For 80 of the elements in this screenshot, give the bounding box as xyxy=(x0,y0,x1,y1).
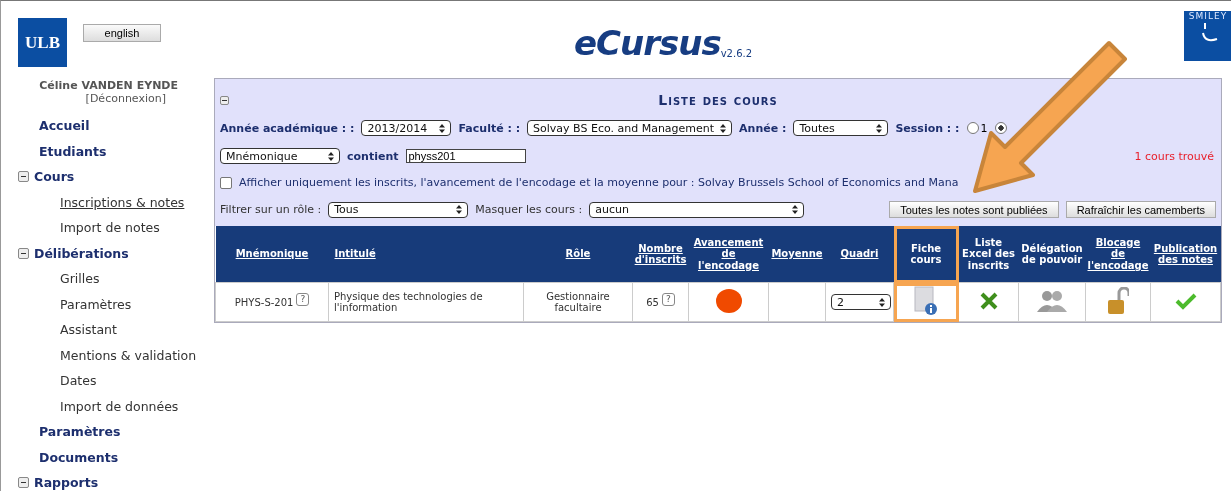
year-select[interactable]: 2013/2014 xyxy=(361,120,452,136)
column-header[interactable]: Quadri xyxy=(825,226,894,283)
field-label: Filtrer sur un rôle : xyxy=(220,203,322,216)
sidebar-subitem[interactable]: Paramètres xyxy=(60,291,132,317)
sidebar-item[interactable]: Délibérations xyxy=(34,245,129,261)
collapse-icon[interactable] xyxy=(18,171,29,183)
partner-logo: SMILEY xyxy=(1184,11,1231,61)
stepper-icon xyxy=(456,205,463,214)
sidebar-subitem[interactable]: Mentions & validation xyxy=(60,342,197,368)
table-cell: 65 xyxy=(646,296,659,308)
session-radio[interactable] xyxy=(966,122,979,134)
column-header[interactable]: Nombre d'inscrits xyxy=(632,226,689,283)
sidebar-subitem[interactable]: Import de notes xyxy=(60,215,160,241)
people-icon[interactable] xyxy=(1035,290,1069,312)
stepper-icon xyxy=(876,123,883,133)
sidebar-item[interactable]: Accueil xyxy=(39,118,90,134)
table-cell: PHYS-S-201 xyxy=(234,296,294,308)
action-button[interactable]: Toutes les notes sont publiées xyxy=(889,201,1059,218)
field-label: Année : xyxy=(739,121,787,135)
field-select[interactable]: Mnémonique xyxy=(220,148,340,164)
column-header[interactable]: Avancement de l'encodage xyxy=(688,226,769,283)
help-bubble[interactable]: ? xyxy=(296,292,310,306)
info-sheet-icon[interactable] xyxy=(913,286,939,316)
hide-courses-select[interactable]: aucun xyxy=(589,201,805,218)
field-label: Année académique : : xyxy=(220,121,355,135)
column-header[interactable]: Moyenne xyxy=(768,226,826,283)
column-header: Fiche cours xyxy=(893,226,959,283)
sidebar-subitem[interactable]: Grilles xyxy=(60,266,100,292)
result-count: 1 cours trouvé xyxy=(1134,149,1214,163)
action-button[interactable]: Rafraîchir les camemberts xyxy=(1065,201,1216,218)
column-header[interactable]: Blocage de l'encodage xyxy=(1085,226,1151,283)
column-header: Liste Excel des inscrits xyxy=(958,226,1019,283)
column-header[interactable]: Rôle xyxy=(523,226,633,283)
column-header: Délégation de pouvoir xyxy=(1018,226,1086,283)
version-label: v2.6.2 xyxy=(720,48,753,59)
session-radio[interactable] xyxy=(994,122,1007,134)
help-bubble[interactable]: ? xyxy=(661,292,675,306)
user-name: Céline VANDEN EYNDE xyxy=(39,79,178,92)
quadri-select[interactable]: 2 xyxy=(831,294,891,310)
stepper-icon xyxy=(328,151,334,161)
sidebar-subitem[interactable]: Dates xyxy=(60,368,97,394)
search-field[interactable]: physs201 xyxy=(405,149,526,163)
stepper-icon xyxy=(792,205,799,214)
field-label: Masquer les cours : xyxy=(475,203,583,216)
university-logo: ULB xyxy=(18,18,67,67)
stepper-icon xyxy=(439,123,446,133)
table-cell: Gestionnaire facultaire xyxy=(546,291,610,313)
column-header[interactable]: Mnémonique xyxy=(215,226,329,283)
year-level-select[interactable]: Toutes xyxy=(793,120,889,136)
sidebar-item[interactable]: Rapports xyxy=(34,475,99,491)
sidebar-item[interactable]: Etudiants xyxy=(39,143,107,159)
cross-icon[interactable] xyxy=(978,291,999,311)
column-header[interactable]: Publication des notes xyxy=(1150,226,1221,283)
sidebar-subitem[interactable]: Import de données xyxy=(60,393,179,419)
logout-link[interactable]: [Déconnexion] xyxy=(85,92,166,105)
sidebar-subitem[interactable]: Inscriptions & notes xyxy=(60,189,185,215)
sidebar-item[interactable]: Cours xyxy=(34,169,75,185)
table-cell: Physique des technologies de l'information xyxy=(334,291,483,313)
panel-title: Liste des cours xyxy=(657,92,779,108)
role-select[interactable]: Tous xyxy=(328,201,469,218)
collapse-icon[interactable] xyxy=(18,247,29,259)
field-label: contient xyxy=(347,149,399,163)
check-icon[interactable] xyxy=(1174,292,1197,310)
checkbox-label: Afficher uniquement les inscrits, l'avancement de l'encodage et la moyenne pour : Solvay Brussels School of Economics and Mana xyxy=(239,176,959,189)
checkbox[interactable] xyxy=(220,176,232,189)
faculty-select[interactable]: Solvay BS Eco. and Management xyxy=(527,120,733,136)
collapse-icon[interactable] xyxy=(220,95,229,105)
collapse-icon[interactable] xyxy=(18,477,29,489)
field-label: Session : : xyxy=(895,121,960,135)
sidebar-subitem[interactable]: Assistant xyxy=(60,317,117,343)
app-logo: eCursus xyxy=(574,23,721,63)
sidebar-item[interactable]: Paramètres xyxy=(39,424,121,440)
stepper-icon xyxy=(879,297,885,307)
language-button[interactable]: english xyxy=(83,23,161,42)
stepper-icon xyxy=(720,123,727,133)
column-header[interactable]: Intitulé xyxy=(328,226,524,283)
field-label: Faculté : : xyxy=(458,121,521,135)
sidebar-item[interactable]: Documents xyxy=(39,449,119,465)
radio-label: 1 xyxy=(980,121,988,135)
open-padlock-icon[interactable] xyxy=(1107,287,1129,315)
